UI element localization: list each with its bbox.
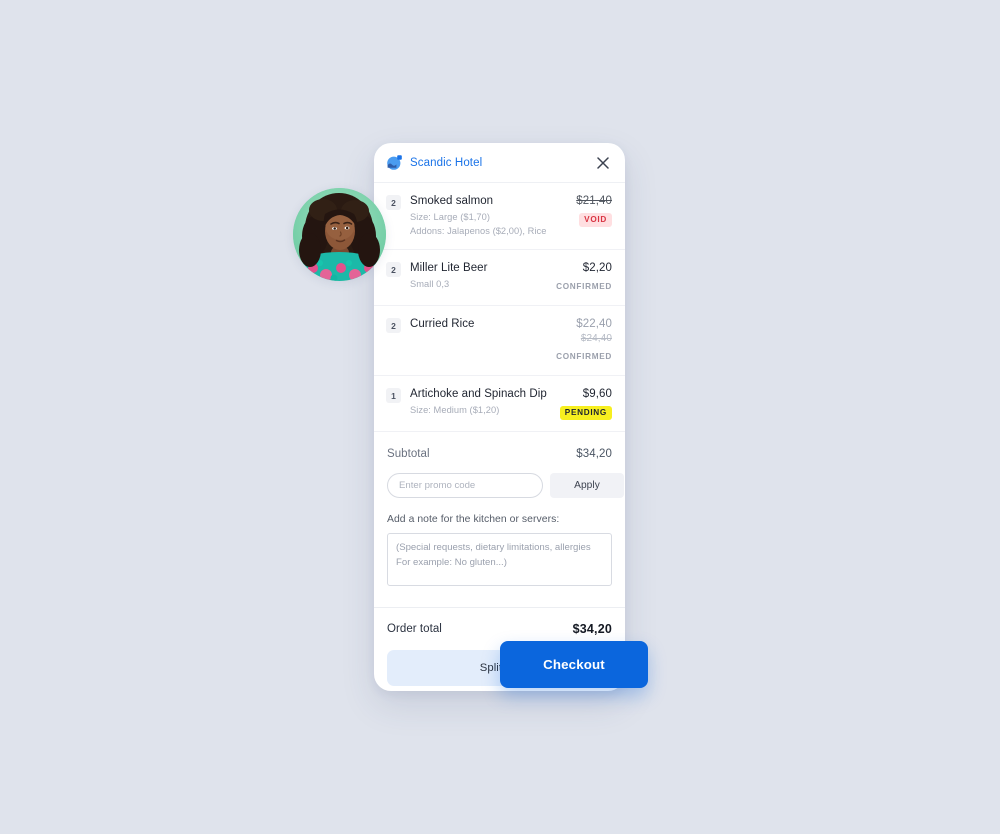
promo-code-input[interactable] [387, 473, 543, 498]
item-original-price: $24,40 [580, 333, 612, 344]
item-meta-size: Size: Medium ($1,20) [410, 405, 500, 415]
order-total-value: $34,20 [572, 622, 612, 636]
item-price-status: $22,40 $24,40 CONFIRMED [552, 317, 612, 364]
item-name: Artichoke and Spinach Dip [410, 388, 547, 400]
subtotal-value: $34,20 [576, 448, 612, 460]
item-price-status: $9,60 PENDING [556, 387, 612, 420]
item-quantity: 2 [386, 195, 401, 210]
user-avatar-photo [293, 188, 386, 281]
table-row[interactable]: 1 Artichoke and Spinach Dip Size: Medium… [374, 376, 625, 432]
scandic-logo-icon [386, 154, 403, 171]
item-price-status: $21,40 VOID [572, 194, 612, 227]
card-header: Scandic Hotel [374, 143, 625, 183]
item-price: $9,60 [582, 388, 612, 400]
brand-name: Scandic Hotel [410, 156, 483, 169]
order-total-label: Order total [387, 623, 442, 635]
table-row[interactable]: 2 Miller Lite Beer Small 0,3 $2,20 CONFI… [374, 250, 625, 306]
item-meta-addons: Addons: Jalapenos ($2,00), Rice [410, 225, 547, 236]
table-row[interactable]: 2 Curried Rice $22,40 $24,40 CONFIRMED [374, 306, 625, 376]
status-badge: CONFIRMED [556, 282, 612, 291]
item-details: Artichoke and Spinach Dip Size: Medium (… [401, 387, 556, 418]
subtotal-label: Subtotal [387, 448, 430, 460]
item-details: Smoked salmon Size: Large ($1,70) Addons… [401, 194, 572, 238]
table-row[interactable]: 2 Smoked salmon Size: Large ($1,70) Addo… [374, 183, 625, 250]
checkout-button[interactable]: Checkout [500, 641, 648, 688]
order-card: Scandic Hotel 2 Smoked salmon Size: Larg… [374, 143, 625, 691]
item-price: $2,20 [582, 262, 612, 274]
status-badge: VOID [579, 213, 612, 227]
item-details: Miller Lite Beer Small 0,3 [401, 261, 552, 292]
close-icon[interactable] [594, 154, 612, 172]
item-meta-size: Size: Large ($1,70) [410, 212, 491, 222]
kitchen-note-textarea[interactable] [387, 533, 612, 586]
item-meta-size: Small 0,3 [410, 279, 450, 289]
note-label: Add a note for the kitchen or servers: [387, 514, 560, 525]
apply-promo-button[interactable]: Apply [550, 473, 624, 498]
item-price: $22,40 [576, 318, 612, 330]
item-quantity: 1 [386, 388, 401, 403]
item-name: Miller Lite Beer [410, 262, 488, 274]
status-badge: CONFIRMED [556, 352, 612, 361]
avatar [293, 188, 386, 281]
item-name: Smoked salmon [410, 195, 494, 207]
item-quantity: 2 [386, 262, 401, 277]
item-name: Curried Rice [410, 318, 475, 330]
item-price-status: $2,20 CONFIRMED [552, 261, 612, 294]
item-quantity: 2 [386, 318, 401, 333]
order-items-list: 2 Smoked salmon Size: Large ($1,70) Addo… [374, 183, 625, 432]
order-total-row: Order total $34,20 [374, 608, 625, 636]
promo-row: Apply [374, 460, 625, 498]
item-price: $21,40 [576, 195, 612, 207]
item-details: Curried Rice [401, 317, 552, 332]
status-badge: PENDING [559, 406, 612, 420]
note-field-wrapper [374, 525, 625, 591]
subtotal-row: Subtotal $34,20 [374, 432, 625, 460]
